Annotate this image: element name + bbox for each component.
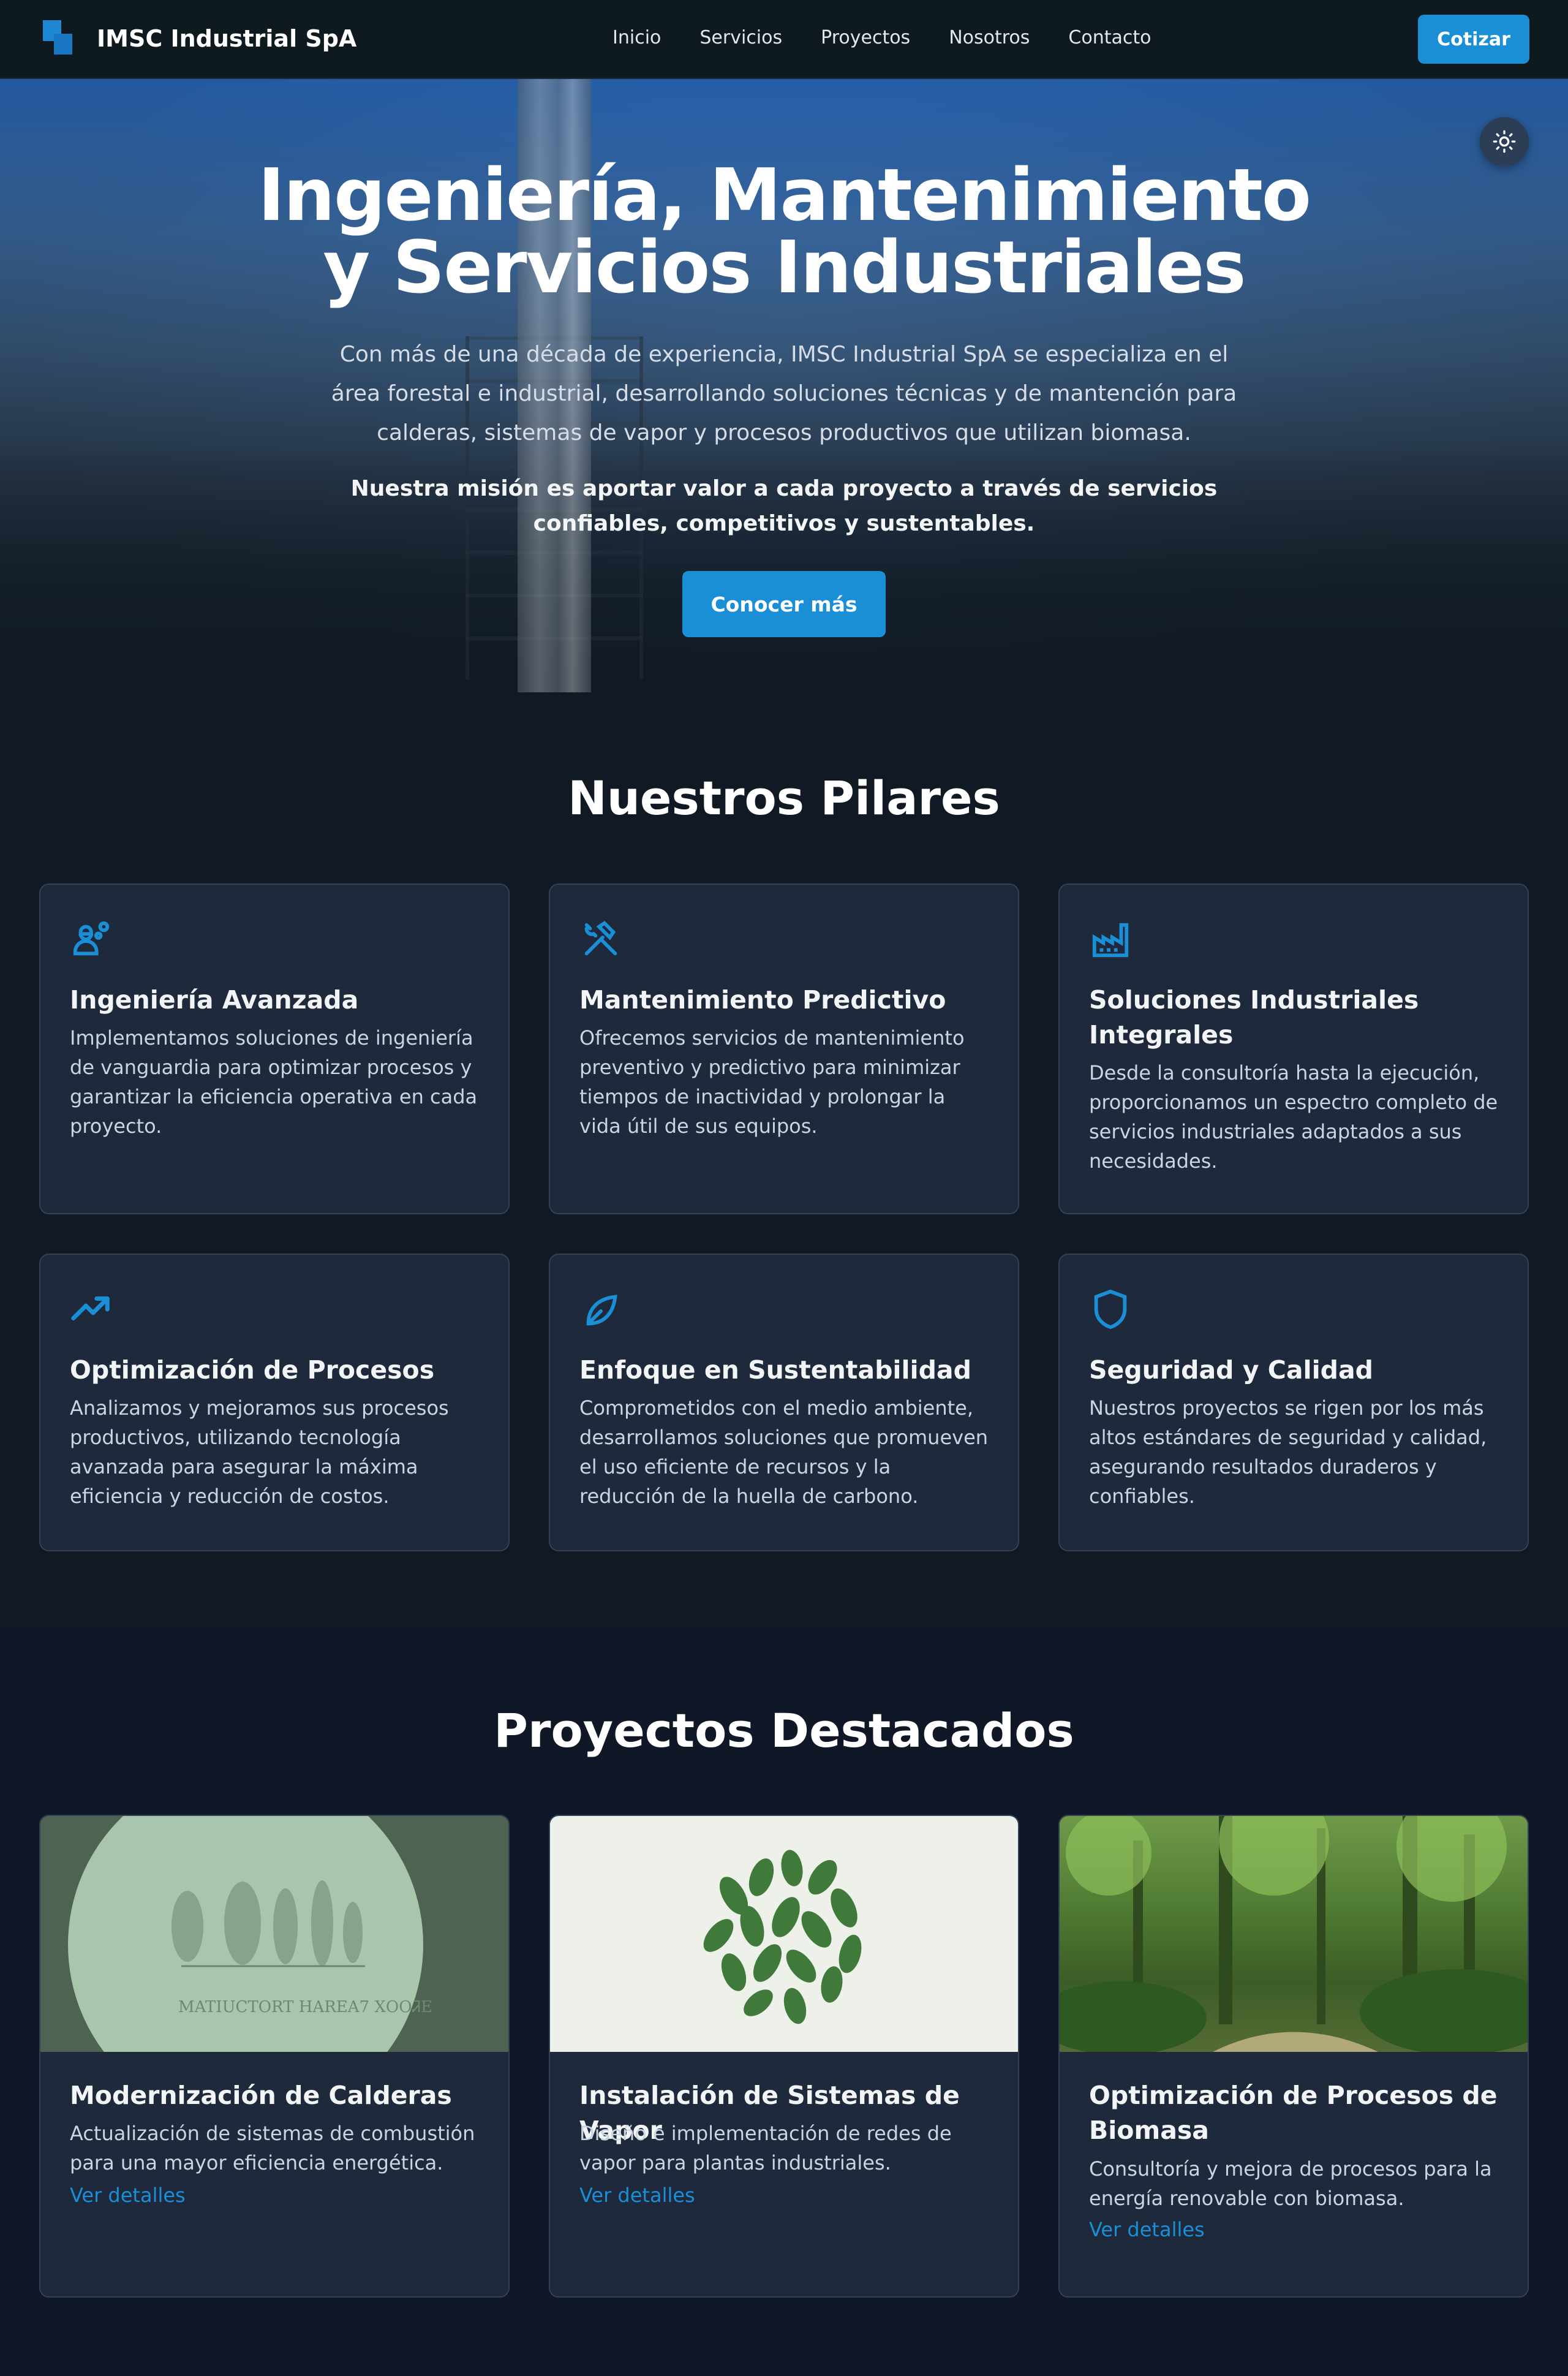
nav-link-contacto[interactable]: Contacto [1068, 27, 1151, 48]
pilar-card: Optimización de Procesos Analizamos y me… [39, 1254, 510, 1551]
pilar-description: Ofrecemos servicios de mantenimiento pre… [579, 1026, 965, 1138]
pilar-description: Comprometidos con el medio ambiente, des… [579, 1396, 989, 1508]
project-title: Modernización de Calderas [70, 2081, 452, 2110]
project-description: Actualización de sistemas de combustión … [70, 2122, 475, 2174]
pilar-description: Nuestros proyectos se rigen por los más … [1089, 1396, 1487, 1508]
project-description: Diseño e implementación de redes de vapo… [579, 2122, 952, 2174]
navbar: IMSC Industrial SpA Inicio Servicios Pro… [0, 0, 1568, 79]
project-image [550, 1816, 1018, 2052]
hero-title: Ingeniería, Mantenimiento y Servicios In… [258, 153, 1311, 309]
pilar-card: Enfoque en Sustentabilidad Comprometidos… [549, 1254, 1019, 1551]
pilar-title: Seguridad y Calidad [1089, 1355, 1374, 1385]
cotizar-button[interactable]: Cotizar [1418, 15, 1529, 64]
pilar-card: Soluciones Industriales Integrales Desde… [1058, 883, 1529, 1214]
pilares-section: Nuestros Pilares Ingeniería Avanzada Imp… [0, 692, 1568, 1630]
pilar-title: Soluciones Industriales Integrales [1089, 985, 1419, 1050]
pilar-description: Implementamos soluciones de ingeniería d… [70, 1026, 478, 1138]
proyectos-title: Proyectos Destacados [494, 1703, 1074, 1758]
main-nav: Inicio Servicios Proyectos Nosotros Cont… [612, 27, 1189, 48]
pilar-description: Desde la consultoría hasta la ejecución,… [1089, 1061, 1498, 1173]
conocer-mas-button[interactable]: Conocer más [682, 571, 886, 637]
svg-text:MATIUCTORT HAREA7 ⅩOOᏘE: MATIUCTORT HAREA7 ⅩOOᏘE [178, 1998, 432, 2016]
project-image: MATIUCTORT HAREA7 ⅩOOᏘE [40, 1816, 508, 2052]
hero-mission: Nuestra misión es aportar valor a cada p… [350, 476, 1218, 536]
theme-toggle-button[interactable] [1480, 117, 1529, 166]
pilar-title: Ingeniería Avanzada [70, 985, 359, 1015]
pilar-title: Mantenimiento Predictivo [579, 985, 946, 1015]
project-title: Optimización de Procesos de Biomasa [1089, 2081, 1498, 2145]
pilar-title: Optimización de Procesos [70, 1355, 435, 1385]
brand-name: IMSC Industrial SpA [97, 25, 357, 52]
ver-detalles-link[interactable]: Ver detalles [70, 2184, 186, 2207]
ver-detalles-link[interactable]: Ver detalles [1089, 2218, 1205, 2241]
brand-link[interactable]: IMSC Industrial SpA [43, 20, 356, 57]
pilar-card: Ingeniería Avanzada Implementamos soluci… [39, 883, 510, 1214]
project-card: MATIUCTORT HAREA7 ⅩOOᏘE Modernización de… [39, 1815, 510, 2298]
pilar-title: Enfoque en Sustentabilidad [579, 1355, 971, 1385]
project-description: Consultoría y mejora de procesos para la… [1089, 2157, 1492, 2210]
shield-icon [1094, 1289, 1127, 1330]
nav-link-proyectos[interactable]: Proyectos [821, 27, 910, 48]
nav-link-servicios[interactable]: Servicios [699, 27, 782, 48]
proyectos-section: Proyectos Destacados MATIUCTORT HAREA7 Ⅹ… [0, 1630, 1568, 2376]
project-card: Optimización de Procesos de Biomasa Cons… [1058, 1815, 1529, 2298]
pilar-description: Analizamos y mejoramos sus procesos prod… [70, 1396, 449, 1508]
leaf-icon [586, 1295, 617, 1326]
hero-section: Ingeniería, Mantenimiento y Servicios In… [0, 79, 1568, 692]
project-card: Instalación de Sistemas de Vapor Diseño … [549, 1815, 1019, 2298]
pilar-card: Seguridad y Calidad Nuestros proyectos s… [1058, 1254, 1529, 1551]
hero-description: Con más de una década de experiencia, IM… [331, 342, 1237, 445]
sun-icon [1493, 130, 1516, 153]
trending-up-icon [71, 1296, 110, 1321]
tools-icon [584, 920, 617, 956]
engineer-icon [73, 921, 110, 956]
nav-link-inicio[interactable]: Inicio [612, 27, 661, 48]
pilares-title: Nuestros Pilares [568, 771, 1000, 825]
ver-detalles-link[interactable]: Ver detalles [579, 2184, 695, 2207]
project-image [1060, 1816, 1528, 2052]
pilar-card: Mantenimiento Predictivo Ofrecemos servi… [549, 883, 1019, 1214]
brand-logo-icon [43, 20, 75, 57]
factory-icon [1092, 923, 1129, 958]
nav-link-nosotros[interactable]: Nosotros [949, 27, 1030, 48]
